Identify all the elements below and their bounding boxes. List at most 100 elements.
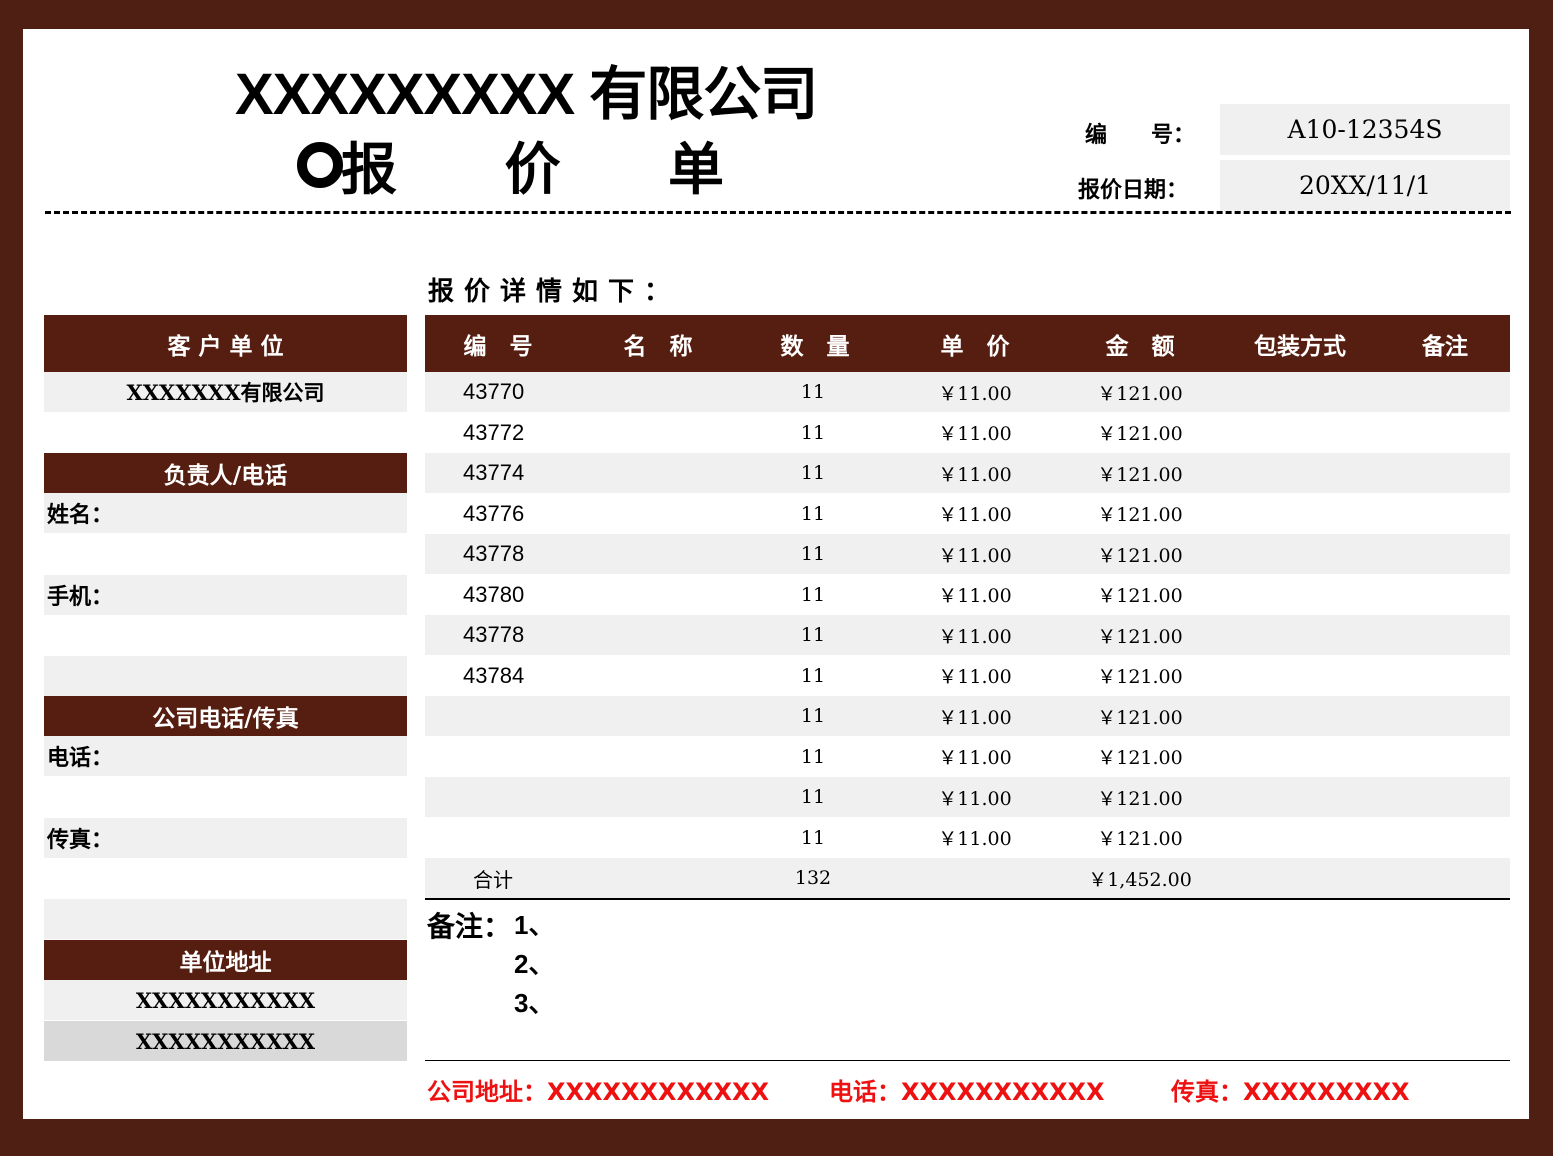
table-row: 11 ￥11.00 ￥121.00 bbox=[425, 777, 1510, 817]
number-value[interactable]: A10-12354S bbox=[1220, 104, 1510, 155]
cell-amount[interactable]: ￥121.00 bbox=[1075, 818, 1205, 858]
cell-qty[interactable]: 11 bbox=[773, 453, 853, 493]
cell-price[interactable]: ￥11.00 bbox=[915, 575, 1035, 615]
footer-fax: 传真：XXXXXXXXX bbox=[1171, 1078, 1410, 1106]
cell-code[interactable]: 43778 bbox=[463, 615, 524, 655]
phone-label[interactable]: 电话： bbox=[44, 736, 407, 776]
customer-heading: 客 户 单 位 bbox=[44, 315, 407, 372]
table-row: 11 ￥11.00 ￥121.00 bbox=[425, 737, 1510, 777]
cell-price[interactable]: ￥11.00 bbox=[915, 534, 1035, 574]
cell-qty[interactable]: 11 bbox=[773, 615, 853, 655]
date-value[interactable]: 20XX/11/1 bbox=[1220, 160, 1510, 211]
cell-code[interactable]: 43778 bbox=[463, 534, 524, 574]
date-label: 报价日期： bbox=[1078, 178, 1189, 203]
cell-price[interactable]: ￥11.00 bbox=[915, 453, 1035, 493]
cell-price[interactable]: ￥11.00 bbox=[915, 615, 1035, 655]
cell-amount[interactable]: ￥121.00 bbox=[1075, 453, 1205, 493]
blank-row bbox=[44, 656, 407, 696]
cell-amount[interactable]: ￥121.00 bbox=[1075, 615, 1205, 655]
cell-amount[interactable]: ￥121.00 bbox=[1075, 494, 1205, 534]
mobile-label[interactable]: 手机： bbox=[44, 575, 407, 615]
table-row: 11 ￥11.00 ￥121.00 bbox=[425, 818, 1510, 858]
cell-qty[interactable]: 11 bbox=[773, 818, 853, 858]
table-header: 编 号 名 称 数 量 单 价 金 额 包装方式 备注 bbox=[425, 315, 1510, 372]
cell-qty[interactable]: 11 bbox=[773, 494, 853, 534]
col-price: 单 价 bbox=[940, 333, 1010, 360]
address-line-2[interactable]: XXXXXXXXXXX bbox=[44, 1021, 407, 1061]
cell-price[interactable]: ￥11.00 bbox=[915, 818, 1035, 858]
number-label: 编 号： bbox=[1085, 123, 1196, 148]
cell-amount[interactable]: ￥121.00 bbox=[1075, 777, 1205, 817]
quotation-sheet: XXXXXXXXX 有限公司 报 价 单 编 号： A10-12354S 报价日… bbox=[23, 29, 1529, 1119]
footer-divider bbox=[425, 1060, 1510, 1061]
company-title: XXXXXXXXX 有限公司 bbox=[235, 62, 818, 127]
cell-amount[interactable]: ￥121.00 bbox=[1075, 656, 1205, 696]
total-amount: ￥1,452.00 bbox=[1088, 868, 1192, 891]
total-label: 合计 bbox=[473, 867, 513, 892]
cell-amount[interactable]: ￥121.00 bbox=[1075, 413, 1205, 453]
ring-logo-icon bbox=[297, 142, 343, 188]
note-item-2[interactable]: 2、 bbox=[514, 944, 554, 981]
notes-label: 备注： bbox=[427, 910, 512, 943]
footer-phone: 电话：XXXXXXXXXXX bbox=[829, 1078, 1105, 1106]
table-row: 43774 11 ￥11.00 ￥121.00 bbox=[425, 453, 1510, 493]
table-row: 43772 11 ￥11.00 ￥121.00 bbox=[425, 413, 1510, 453]
cell-amount[interactable]: ￥121.00 bbox=[1075, 575, 1205, 615]
cell-code[interactable]: 43776 bbox=[463, 494, 524, 534]
cell-qty[interactable]: 11 bbox=[773, 777, 853, 817]
cell-price[interactable]: ￥11.00 bbox=[915, 656, 1035, 696]
cell-qty[interactable]: 11 bbox=[773, 534, 853, 574]
cell-qty[interactable]: 11 bbox=[773, 656, 853, 696]
cell-price[interactable]: ￥11.00 bbox=[915, 737, 1035, 777]
blank-row bbox=[44, 899, 407, 939]
cell-amount[interactable]: ￥121.00 bbox=[1075, 372, 1205, 412]
total-row: 合计 132 ￥1,452.00 bbox=[425, 858, 1510, 898]
col-qty: 数 量 bbox=[780, 333, 850, 360]
cell-price[interactable]: ￥11.00 bbox=[915, 372, 1035, 412]
table-row: 43770 11 ￥11.00 ￥121.00 bbox=[425, 372, 1510, 412]
cell-code[interactable]: 43774 bbox=[463, 453, 524, 493]
cell-price[interactable]: ￥11.00 bbox=[915, 494, 1035, 534]
note-item-1[interactable]: 1、 bbox=[514, 905, 554, 942]
cell-code[interactable]: 43770 bbox=[463, 372, 524, 412]
table-row: 43778 11 ￥11.00 ￥121.00 bbox=[425, 534, 1510, 574]
company-phone-heading: 公司电话/传真 bbox=[44, 696, 407, 736]
cell-qty[interactable]: 11 bbox=[773, 413, 853, 453]
table-row: 43780 11 ￥11.00 ￥121.00 bbox=[425, 575, 1510, 615]
table-row: 43778 11 ￥11.00 ￥121.00 bbox=[425, 615, 1510, 655]
cell-code[interactable]: 43772 bbox=[463, 413, 524, 453]
address-line-1[interactable]: XXXXXXXXXXX bbox=[44, 980, 407, 1020]
col-packaging: 包装方式 bbox=[1254, 333, 1346, 360]
document-title: 报 价 单 bbox=[341, 137, 768, 203]
table-row: 43784 11 ￥11.00 ￥121.00 bbox=[425, 656, 1510, 696]
cell-price[interactable]: ￥11.00 bbox=[915, 777, 1035, 817]
cell-qty[interactable]: 11 bbox=[773, 696, 853, 736]
col-code: 编 号 bbox=[463, 333, 533, 360]
contact-heading: 负责人/电话 bbox=[44, 453, 407, 493]
cell-code[interactable]: 43784 bbox=[463, 656, 524, 696]
total-divider bbox=[425, 898, 1510, 900]
cell-code[interactable]: 43780 bbox=[463, 575, 524, 615]
cell-qty[interactable]: 11 bbox=[773, 575, 853, 615]
cell-amount[interactable]: ￥121.00 bbox=[1075, 737, 1205, 777]
cell-amount[interactable]: ￥121.00 bbox=[1075, 696, 1205, 736]
cell-price[interactable]: ￥11.00 bbox=[915, 696, 1035, 736]
customer-value[interactable]: XXXXXXX有限公司 bbox=[44, 372, 407, 412]
cell-price[interactable]: ￥11.00 bbox=[915, 413, 1035, 453]
col-remarks: 备注 bbox=[1422, 333, 1468, 360]
name-label[interactable]: 姓名： bbox=[44, 493, 407, 533]
details-intro: 报价详情如下： bbox=[428, 277, 681, 307]
cell-amount[interactable]: ￥121.00 bbox=[1075, 534, 1205, 574]
col-name: 名 称 bbox=[623, 333, 693, 360]
address-heading: 单位地址 bbox=[44, 940, 407, 980]
note-item-3[interactable]: 3、 bbox=[514, 983, 554, 1020]
footer-address: 公司地址：XXXXXXXXXXXX bbox=[427, 1078, 770, 1106]
col-amount: 金 额 bbox=[1105, 333, 1175, 360]
cell-qty[interactable]: 11 bbox=[773, 737, 853, 777]
table-row: 43776 11 ￥11.00 ￥121.00 bbox=[425, 494, 1510, 534]
table-row: 11 ￥11.00 ￥121.00 bbox=[425, 696, 1510, 736]
fax-label[interactable]: 传真： bbox=[44, 818, 407, 858]
total-qty: 132 bbox=[794, 867, 832, 889]
cell-qty[interactable]: 11 bbox=[773, 372, 853, 412]
dashed-divider bbox=[45, 211, 1511, 214]
